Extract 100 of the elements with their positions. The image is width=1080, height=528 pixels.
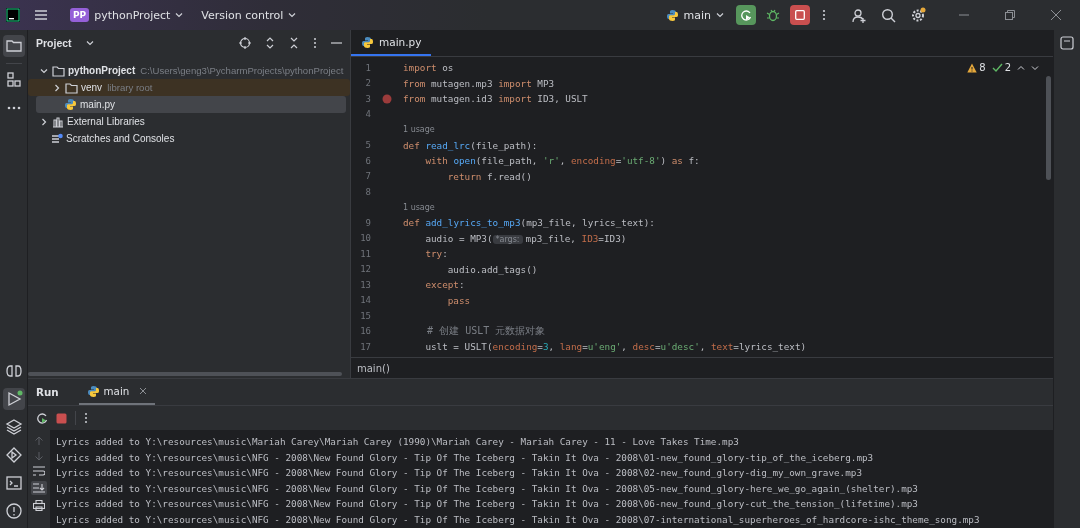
- tool-window-button[interactable]: [2, 35, 25, 57]
- terminal-icon: [4, 474, 23, 492]
- line-number: 12: [359, 264, 371, 275]
- line-number: 11: [359, 248, 371, 259]
- caret-icon: [716, 11, 724, 19]
- tree-item[interactable]: main.py: [36, 96, 346, 113]
- locate-icon[interactable]: [239, 37, 251, 49]
- console-line: Lyrics added to Y:\resources\music\NFG - 2008\New Found Glory - Tip Of The Iceberg - Takin It Ova - 2008\05-new_found_glory-here_we_go_again_(shelter).mp3: [56, 482, 918, 494]
- code-line: uslt = USLT(encoding=3, lang=u'eng', desc=u'desc', text=lyrics_text): [424, 341, 807, 353]
- line-number: 13: [359, 279, 371, 290]
- caret-icon: [175, 11, 184, 19]
- warning-count[interactable]: 8: [967, 62, 986, 73]
- print-icon[interactable]: [33, 500, 45, 511]
- line-number: 3: [364, 93, 371, 104]
- notifications-icon[interactable]: [1060, 36, 1074, 50]
- rerun-icon[interactable]: [36, 412, 48, 424]
- scrollbar[interactable]: [1046, 76, 1051, 180]
- run-tab[interactable]: main: [78, 379, 156, 405]
- folder-icon: [52, 64, 65, 77]
- more-icon[interactable]: [313, 37, 317, 49]
- panel-title: Run: [36, 385, 59, 400]
- chevron-right-icon: [40, 117, 48, 126]
- scratches-icon: [51, 132, 63, 145]
- services-icon: [4, 446, 23, 464]
- tree-item[interactable]: Scratches and Consoles: [36, 130, 346, 147]
- breakpoint-icon[interactable]: [382, 93, 392, 104]
- line-number: 16: [359, 326, 371, 337]
- more-icon[interactable]: [84, 412, 88, 424]
- line-number: 1: [364, 62, 371, 73]
- stop-icon[interactable]: [56, 412, 67, 424]
- python-icon: [64, 98, 77, 111]
- tree-item[interactable]: External Libraries: [36, 113, 346, 130]
- console-icon: [4, 362, 23, 380]
- soft-wrap-icon[interactable]: [33, 466, 45, 476]
- menu-icon[interactable]: [34, 9, 48, 21]
- restore-icon[interactable]: [1004, 9, 1016, 21]
- scrollbar[interactable]: [28, 372, 342, 376]
- project-switcher[interactable]: PP pythonProject: [64, 5, 190, 25]
- line-number: 5: [364, 140, 371, 151]
- expand-all-icon[interactable]: [265, 37, 275, 49]
- search-icon[interactable]: [881, 7, 896, 23]
- console-line: Lyrics added to Y:\resources\music\NFG - 2008\New Found Glory - Tip Of The Iceberg - Takin It Ova - 2008\02-new_found_glory-dig_my_own_grave.mp3: [56, 467, 862, 478]
- caret-icon: [85, 39, 94, 47]
- code-line: audio.add_tags(): [446, 263, 538, 275]
- caret-icon: [288, 11, 297, 19]
- usage-hint[interactable]: 1 usage: [403, 125, 435, 135]
- checkmark-icon: [991, 62, 1003, 73]
- code-line: pass: [446, 294, 471, 306]
- line-number: 2: [364, 78, 371, 89]
- line-number: 7: [364, 171, 371, 182]
- panel-title-menu[interactable]: Project: [36, 37, 94, 49]
- code-line: from mutagen.mp3 import MP3: [403, 77, 555, 89]
- code-line: try:: [424, 248, 448, 260]
- stop-icon: [795, 10, 805, 20]
- layers-icon: [4, 418, 23, 436]
- chevron-down-icon: [40, 66, 48, 75]
- close-icon[interactable]: [139, 387, 148, 395]
- vcs-menu[interactable]: Version control: [195, 5, 303, 25]
- check-count[interactable]: 2: [991, 62, 1011, 73]
- breadcrumb[interactable]: main(): [357, 362, 390, 374]
- console-line: Lyrics added to Y:\resources\music\NFG - 2008\New Found Glory - Tip Of The Iceberg - Takin It Ova - 2008\07-international_superheroes_of_hardcore-ishc_theme_song.mp3: [56, 513, 980, 525]
- collapse-all-icon[interactable]: [289, 37, 299, 49]
- code-line: def read_lrc(file_path):: [403, 139, 538, 151]
- line-number: 6: [364, 155, 371, 166]
- usage-hint[interactable]: 1 usage: [403, 202, 435, 212]
- chevron-right-icon: [53, 83, 61, 92]
- console-line: Lyrics added to Y:\resources\music\Mariah Carey\Mariah Carey (1990)\Mariah Carey - Mariah Carey - 11 - Love Takes Time.mp3: [56, 436, 739, 447]
- code-line: # 创建 USLT 元数据对象: [426, 324, 546, 339]
- app-logo-icon: [6, 8, 20, 22]
- structure-icon: [4, 71, 23, 89]
- code-line: from mutagen.id3 import ID3, USLT: [403, 93, 588, 105]
- rerun-button[interactable]: [736, 5, 756, 25]
- code-line: audio = MP3( *args: mp3_file, ID3=ID3): [424, 232, 627, 244]
- editor-tab[interactable]: main.py: [351, 30, 432, 56]
- stop-button[interactable]: [790, 5, 810, 25]
- more-icon[interactable]: [822, 9, 826, 21]
- tree-item[interactable]: pythonProject C:\Users\geng3\PycharmProjects\pythonProject: [36, 62, 346, 79]
- chevron-down-icon[interactable]: [1031, 63, 1039, 72]
- problems-icon: [4, 502, 23, 520]
- tool-window-button[interactable]: [2, 388, 25, 410]
- warning-icon: [967, 62, 978, 73]
- library-icon: [52, 115, 64, 128]
- debug-icon[interactable]: [766, 8, 780, 22]
- chevron-up-icon[interactable]: [1017, 63, 1025, 72]
- settings-icon[interactable]: [910, 7, 926, 23]
- add-user-icon[interactable]: [852, 7, 867, 23]
- code-line: except:: [424, 279, 465, 291]
- folder-icon: [65, 81, 78, 94]
- python-icon: [665, 8, 679, 22]
- close-icon[interactable]: [1050, 9, 1062, 21]
- line-number: 14: [359, 295, 371, 306]
- line-number: 4: [364, 109, 371, 120]
- tree-item[interactable]: venv library root: [28, 79, 350, 96]
- rerun-icon: [740, 9, 752, 21]
- scroll-to-end-icon[interactable]: [31, 481, 47, 495]
- console-line: Lyrics added to Y:\resources\music\NFG - 2008\New Found Glory - Tip Of The Iceberg - Takin It Ova - 2008\01-new_found_glory-tip_of_the_iceberg.mp3: [56, 451, 874, 463]
- code-line: def add_lyrics_to_mp3(mp3_file, lyrics_text):: [403, 217, 655, 229]
- code-line: import os: [403, 62, 454, 74]
- python-icon: [361, 35, 374, 49]
- run-config-selector[interactable]: main: [659, 5, 730, 25]
